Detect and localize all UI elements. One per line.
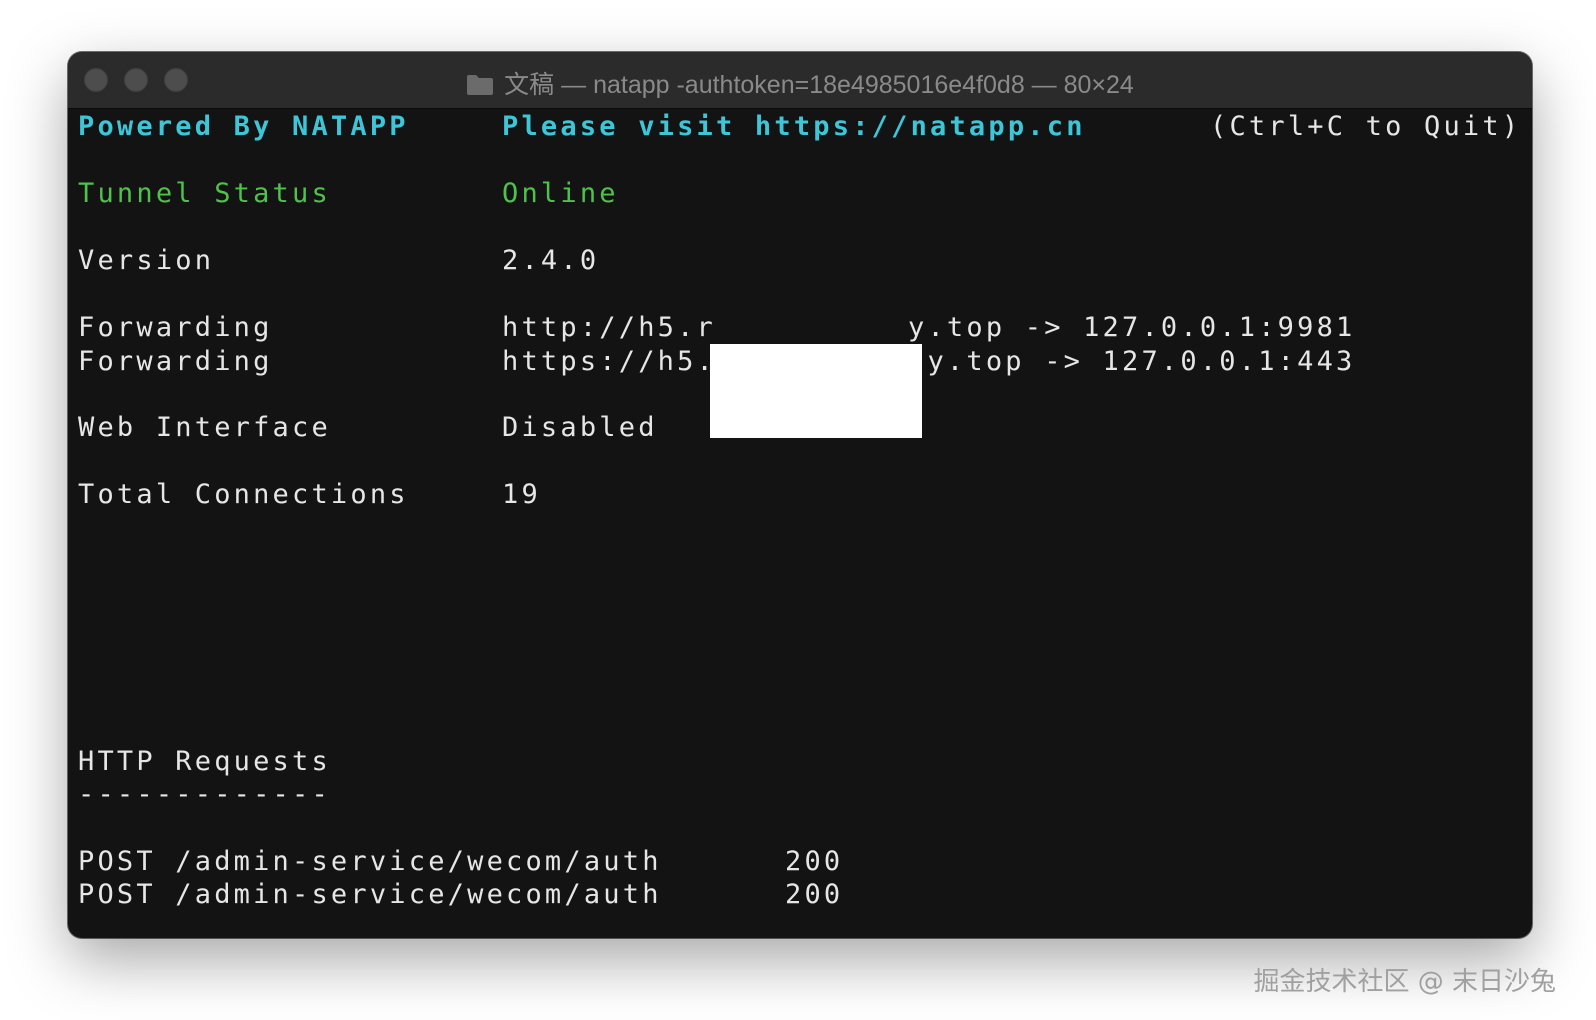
request-status: 200 (785, 879, 844, 910)
tunnel-status-label: Tunnel Status (78, 178, 331, 209)
http-requests-title-line: HTTP Requests (78, 745, 328, 779)
visit-text: Please visit https://natapp.cn (502, 111, 1086, 142)
redaction-box (710, 344, 922, 438)
powered-by-text: Powered By NATAPP (78, 111, 409, 142)
window-title: 文稿 — natapp -authtoken=18e4985016e4f0d8 … (68, 65, 1532, 101)
http-requests-divider: ------------- (78, 779, 331, 810)
forwarding-url-end: y.top -> 127.0.0.1:9981 (908, 312, 1356, 343)
http-requests-title: HTTP Requests (78, 746, 331, 777)
tunnel-status-value: Online (502, 178, 619, 209)
forwarding-url-start: http://h5.r (502, 312, 717, 343)
request-method-path: POST /admin-service/wecom/auth (78, 846, 662, 877)
request-row: POST /admin-service/wecom/auth 200 (78, 878, 840, 912)
web-interface-value: Disabled (502, 412, 658, 443)
web-interface-label: Web Interface (78, 412, 331, 443)
version-label: Version (78, 245, 215, 276)
forwarding-url-start: https://h5. (502, 346, 717, 377)
header-line: Powered By NATAPP Please visit https://n… (78, 110, 1518, 144)
forwarding-line: Forwarding https://h5. ay.top -> 127.0.0… (78, 345, 1352, 379)
version-line: Version 2.4.0 (78, 244, 596, 278)
version-value: 2.4.0 (502, 245, 600, 276)
total-connections-line: Total Connections 19 (78, 478, 538, 512)
request-status: 200 (785, 846, 844, 877)
request-row: POST /admin-service/wecom/auth 200 (78, 845, 840, 879)
forwarding-line: Forwarding http://h5.r y.top -> 127.0.0.… (78, 311, 1352, 345)
terminal-window[interactable]: 文稿 — natapp -authtoken=18e4985016e4f0d8 … (68, 52, 1532, 938)
request-method-path: POST /admin-service/wecom/auth (78, 879, 662, 910)
quit-hint-text: (Ctrl+C to Quit) (1210, 111, 1522, 142)
title-bar[interactable]: 文稿 — natapp -authtoken=18e4985016e4f0d8 … (68, 52, 1532, 109)
terminal-output[interactable]: Powered By NATAPP Please visit https://n… (78, 108, 1522, 938)
forwarding-url-end: ay.top -> 127.0.0.1:443 (908, 346, 1356, 377)
total-connections-value: 19 (502, 479, 541, 510)
forwarding-label: Forwarding (78, 312, 273, 343)
watermark-text: 掘金技术社区 @ 末日沙兔 (1253, 967, 1556, 997)
http-requests-divider-line: ------------- (78, 778, 328, 812)
total-connections-label: Total Connections (78, 479, 409, 510)
folder-icon (467, 75, 494, 95)
forwarding-label: Forwarding (78, 346, 273, 377)
web-interface-line: Web Interface Disabled (78, 411, 654, 445)
tunnel-status-line: Tunnel Status Online (78, 177, 616, 211)
window-title-text: 文稿 — natapp -authtoken=18e4985016e4f0d8 … (504, 71, 1134, 99)
